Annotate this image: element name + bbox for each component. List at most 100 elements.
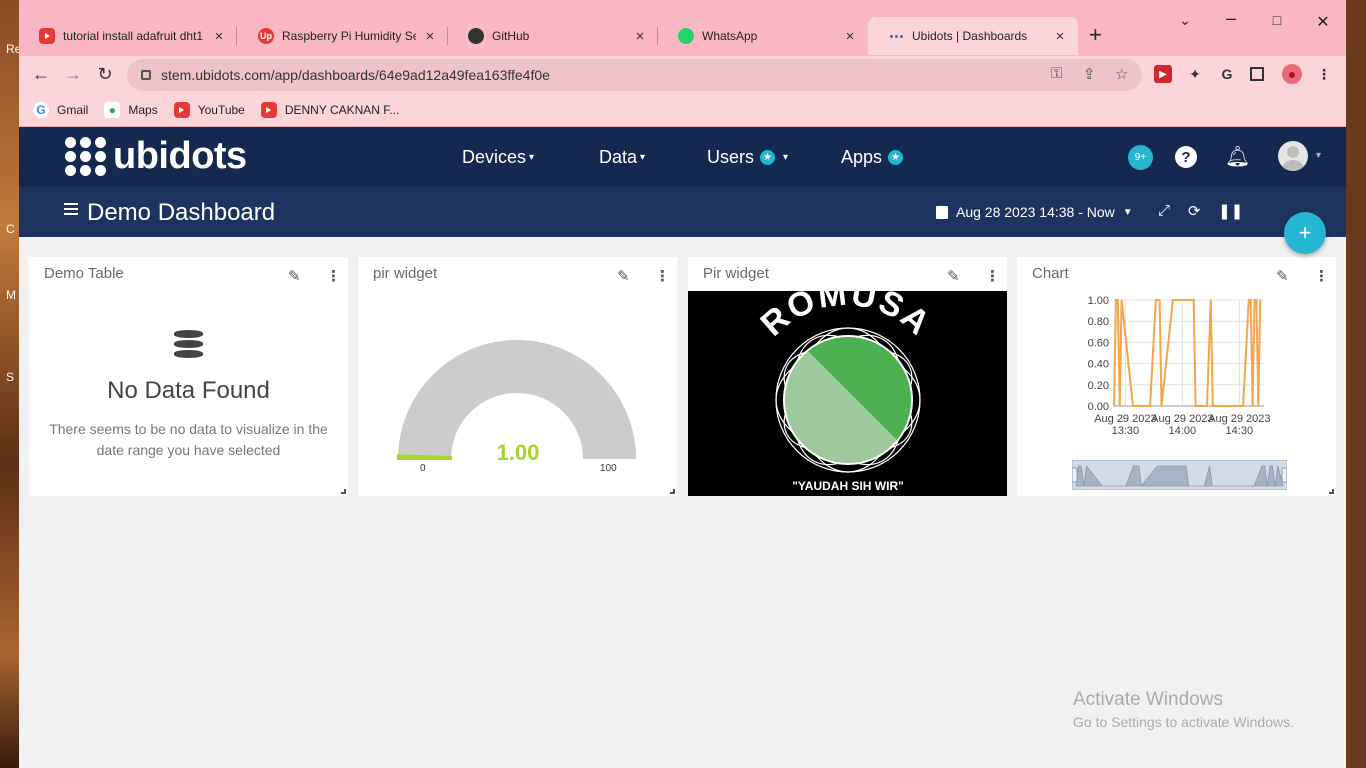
bookmark-maps[interactable]: ● Maps	[104, 102, 158, 118]
tab-search-icon[interactable]: ⌄	[1162, 12, 1208, 29]
help-icon[interactable]: ?	[1175, 146, 1197, 168]
database-icon	[174, 330, 203, 360]
star-badge-icon: ★	[760, 150, 776, 165]
nav-data[interactable]: Data ▾	[599, 147, 645, 168]
extension-icon[interactable]: ▶	[1154, 65, 1172, 83]
more-vert-icon[interactable]: ⋮	[1314, 267, 1329, 285]
more-vert-icon[interactable]: ⋮	[985, 267, 1000, 285]
tab-title: WhatsApp	[702, 29, 758, 43]
tab-ubidots[interactable]: Ubidots | Dashboards ×	[868, 17, 1078, 55]
close-icon[interactable]: ×	[632, 28, 648, 45]
desktop-background: Re C M S	[0, 0, 21, 768]
pencil-icon[interactable]: ✎	[288, 267, 301, 285]
data-point	[1240, 405, 1243, 407]
x-tick-label: Aug 29 2023	[1151, 413, 1213, 425]
data-point	[1120, 299, 1123, 301]
back-icon[interactable]: ←	[29, 64, 53, 85]
profile-icon[interactable]: ●	[1282, 64, 1302, 84]
tab-raspberry[interactable]: Up Raspberry Pi Humidity Sens ×	[238, 17, 448, 55]
more-vert-icon[interactable]: ⋮	[655, 267, 670, 285]
bookmark-star-icon[interactable]: ☆	[1115, 65, 1128, 83]
romusa-logo-image: ROMUSA "YAUDAH SIH WIR"	[688, 274, 1007, 496]
x-tick-label: 14:30	[1226, 425, 1254, 437]
widget-pir-image: Pir widget ✎ ⋮ ROMUSA "YAUDAH SIH WIR"	[688, 257, 1007, 496]
nav-users[interactable]: Users ★ ▾	[707, 147, 788, 168]
resize-handle-icon[interactable]	[341, 489, 346, 494]
nav-devices[interactable]: Devices ▾	[462, 147, 534, 168]
data-point	[1118, 405, 1121, 407]
empty-state-text: There seems to be no data to visualize i…	[49, 421, 328, 458]
puzzle-icon[interactable]: ✦	[1186, 65, 1204, 83]
reload-icon[interactable]: ↻	[93, 64, 117, 85]
notifications-badge[interactable]: 9+	[1128, 145, 1153, 170]
calendar-icon	[936, 205, 948, 219]
close-icon[interactable]: ×	[842, 28, 858, 45]
navigator-handle-left	[1072, 467, 1078, 483]
data-point	[1251, 405, 1254, 407]
nav-apps[interactable]: Apps ★	[841, 147, 904, 168]
share-icon[interactable]: ⇪	[1083, 65, 1096, 83]
fullscreen-icon[interactable]: ⤢	[1158, 202, 1170, 219]
address-bar[interactable]: stem.ubidots.com/app/dashboards/64e9ad12…	[127, 59, 1142, 91]
chart-navigator[interactable]	[1072, 460, 1287, 490]
line-chart[interactable]: 1.000.800.600.400.200.00Aug 29 202313:30…	[1017, 287, 1336, 437]
data-point	[1156, 299, 1159, 301]
bookmark-denny[interactable]: DENNY CAKNAN F...	[260, 102, 399, 118]
x-tick-label: 13:30	[1112, 425, 1140, 437]
data-point	[1132, 405, 1134, 407]
close-icon[interactable]: ×	[422, 28, 438, 45]
bookmark-label: Gmail	[57, 103, 89, 117]
widget-title: Demo Table	[44, 265, 124, 282]
data-point	[1158, 299, 1161, 301]
logo-text: ubidots	[113, 135, 247, 177]
romusa-logo-graphic: ROMUSA "YAUDAH SIH WIR"	[754, 274, 937, 493]
resize-handle-icon[interactable]	[1329, 489, 1334, 494]
tab-strip: tutorial install adafruit dht1 × Up Rasp…	[19, 0, 1346, 56]
resize-handle-icon[interactable]	[670, 489, 675, 494]
close-icon[interactable]: ×	[1052, 28, 1068, 45]
forward-icon[interactable]: →	[61, 64, 85, 85]
widget-demo-table: Demo Table ✎ ⋮ No Data Found There seems…	[29, 257, 348, 496]
browser-window: tutorial install adafruit dht1 × Up Rasp…	[19, 0, 1346, 768]
window-close-icon[interactable]: ✕	[1300, 12, 1346, 32]
maximize-icon[interactable]: □	[1254, 12, 1300, 28]
gauge-value: 1.00	[496, 440, 540, 465]
navigator-handle-right	[1281, 467, 1287, 483]
app-header: ubidots Devices ▾ Data ▾ Users ★ ▾ Apps ★ 9+ …	[19, 127, 1346, 187]
minimize-icon[interactable]: –	[1208, 8, 1254, 29]
close-icon[interactable]: ×	[211, 28, 227, 45]
pause-icon[interactable]: ❚❚	[1218, 202, 1243, 220]
key-icon[interactable]: ⚿	[1051, 65, 1062, 82]
hamburger-menu-icon[interactable]	[64, 203, 78, 218]
caret-down-icon: ▾	[783, 152, 789, 163]
tab-tutorial[interactable]: tutorial install adafruit dht1 ×	[19, 17, 237, 55]
data-point	[1149, 405, 1151, 407]
caret-down-icon: ▼	[1122, 206, 1133, 218]
date-range-picker[interactable]: Aug 28 2023 14:38 - Now ▼	[936, 204, 1133, 220]
tab-title: tutorial install adafruit dht1	[63, 29, 204, 43]
pencil-icon[interactable]: ✎	[1276, 267, 1289, 285]
more-vert-icon[interactable]: ⋮	[326, 267, 341, 285]
data-point	[1192, 299, 1195, 301]
data-point	[1154, 299, 1157, 301]
refresh-icon[interactable]: ⟳	[1188, 202, 1201, 220]
caret-down-icon[interactable]: ▼	[1314, 150, 1323, 160]
new-tab-icon[interactable]: +	[1089, 22, 1102, 48]
tab-whatsapp[interactable]: WhatsApp ×	[658, 17, 868, 55]
bookmark-gmail[interactable]: G Gmail	[33, 102, 88, 118]
menu-icon[interactable]: ⋮	[1315, 65, 1333, 83]
avatar[interactable]	[1278, 141, 1308, 171]
tab-github[interactable]: GitHub ×	[448, 17, 658, 55]
grammarly-icon[interactable]: G	[1218, 65, 1236, 83]
tab-title: Raspberry Pi Humidity Sens	[282, 29, 416, 43]
y-tick-label: 0.60	[1088, 337, 1109, 349]
side-panel-icon[interactable]	[1250, 67, 1264, 81]
x-tick-label: Aug 29 2023	[1094, 413, 1156, 425]
pencil-icon[interactable]: ✎	[947, 267, 960, 285]
whatsapp-icon	[678, 28, 694, 44]
ubidots-logo[interactable]: ubidots	[65, 135, 247, 178]
pencil-icon[interactable]: ✎	[617, 267, 630, 285]
bookmark-youtube[interactable]: YouTube	[173, 102, 245, 118]
bell-icon[interactable]: 🔔︎	[1225, 144, 1250, 169]
add-widget-button[interactable]: +	[1284, 212, 1326, 254]
